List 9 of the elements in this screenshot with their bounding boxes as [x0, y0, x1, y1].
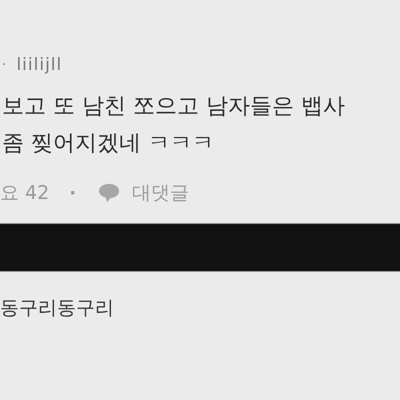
comment-text: 좀 찢어지겠네 ㅋㅋㅋ: [2, 130, 215, 158]
username[interactable]: 동구리동구리: [0, 297, 114, 319]
speech-bubble-icon: [98, 183, 120, 203]
separator-dot: ·: [2, 57, 6, 73]
separator-dot: ·: [69, 182, 76, 204]
like-count: 요 42: [0, 181, 50, 206]
reply-link[interactable]: 대댓글: [132, 180, 190, 206]
comment-text: 보고 또 남친 쪼으고 남자들은 뱁사: [2, 93, 346, 121]
username[interactable]: liilijll: [16, 55, 62, 75]
